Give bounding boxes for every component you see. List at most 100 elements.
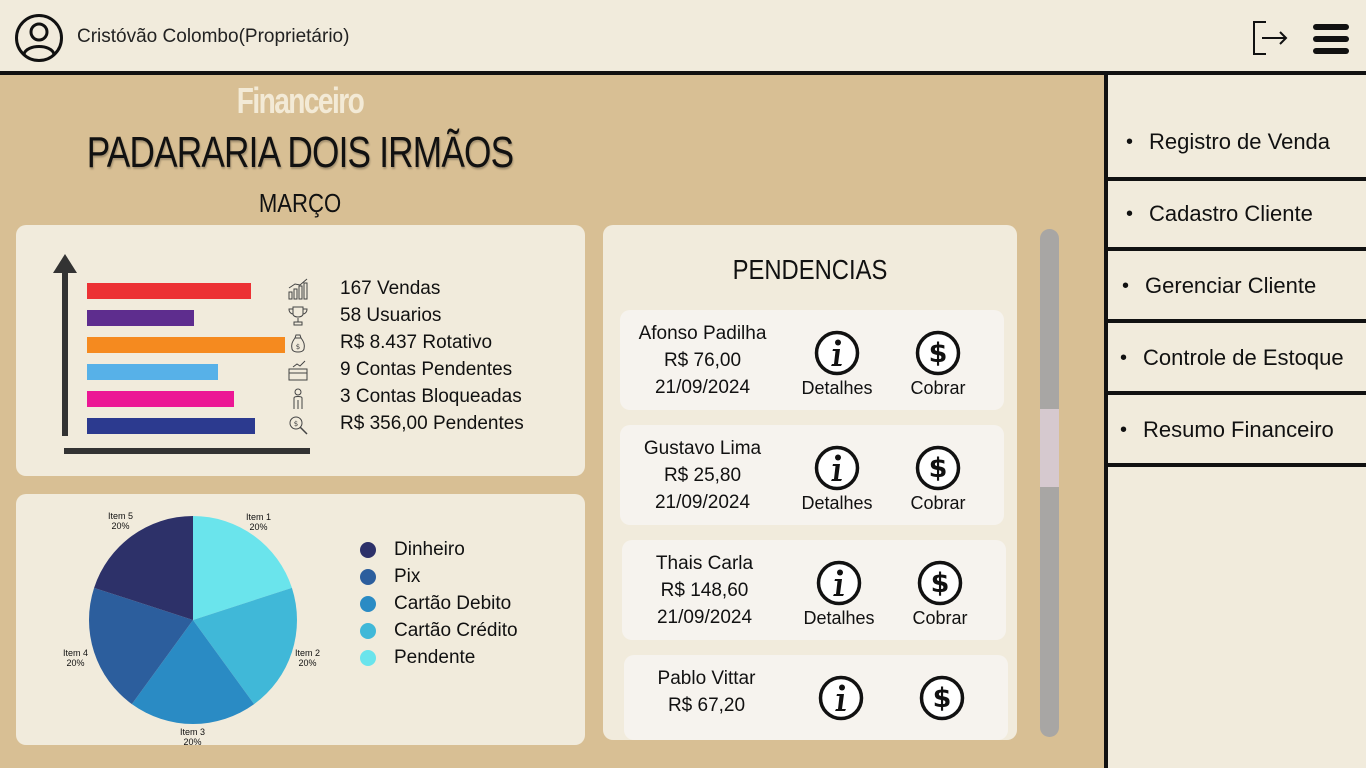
pie-label-item3: Item 3 20% — [180, 727, 206, 747]
dollar-icon: $ — [888, 445, 988, 491]
details-label: Detalhes — [801, 378, 873, 398]
sidebar-item-gerenciar-cliente[interactable]: • Gerenciar Cliente — [1108, 253, 1366, 323]
bar-1 — [87, 283, 251, 299]
pendencia-date: 21/09/2024 — [656, 607, 753, 628]
charge-label: Cobrar — [912, 608, 968, 628]
svg-text:$: $ — [296, 343, 300, 351]
legend-dot — [360, 650, 376, 666]
y-axis-arrow — [53, 254, 77, 273]
stat-blocked-accounts: 3 Contas Bloqueadas — [340, 386, 522, 407]
charge-button[interactable]: $ Cobrar — [888, 328, 988, 399]
pendencia-item: Pablo Vittar R$ 67,20 $ — [624, 655, 1008, 740]
stats-bar-chart — [53, 254, 310, 454]
charge-label: Cobrar — [910, 493, 966, 513]
stat-sales: 167 Vendas — [340, 278, 441, 299]
info-icon — [787, 445, 887, 491]
legend-dot — [360, 542, 376, 558]
dollar-icon: $ — [890, 560, 990, 606]
stat-users: 58 Usuarios — [340, 305, 442, 326]
pendencias-scrollbar[interactable] — [1040, 229, 1059, 737]
dollar-icon: $ — [892, 675, 992, 721]
briefcase-icon — [288, 360, 308, 381]
bar-6 — [87, 418, 255, 434]
charge-button[interactable]: $ — [892, 673, 992, 721]
legend-dot — [360, 596, 376, 612]
payment-pie-chart — [89, 516, 297, 724]
details-button[interactable]: Detalhes — [787, 443, 887, 514]
pendencia-info: Thais Carla R$ 148,60 21/09/2024 — [622, 550, 787, 631]
growth-chart-icon — [288, 278, 308, 300]
pendencia-item: Gustavo Lima R$ 25,80 21/09/2024 Detalhes $ C… — [620, 425, 1004, 525]
legend-dot — [360, 623, 376, 639]
svg-text:$: $ — [929, 453, 948, 484]
pendencia-amount: R$ 67,20 — [667, 695, 746, 716]
legend-cash: Dinheiro — [360, 539, 465, 561]
legend-debit: Cartão Debito — [360, 593, 511, 615]
stat-pending-amount: R$ 356,00 Pendentes — [340, 413, 524, 434]
section-title: Financeiro — [236, 80, 365, 121]
svg-text:$: $ — [929, 338, 948, 369]
pendencia-name: Afonso Padilha — [638, 323, 767, 344]
details-button[interactable]: Detalhes — [789, 558, 889, 629]
pendencia-date: 21/09/2024 — [654, 492, 751, 513]
top-header: Cristóvão Colombo(Proprietário) — [0, 0, 1366, 75]
info-icon — [791, 675, 891, 721]
pendencia-date: 21/09/2024 — [654, 377, 751, 398]
person-icon — [293, 388, 303, 409]
charge-button[interactable]: $ Cobrar — [890, 558, 990, 629]
details-button[interactable] — [791, 673, 891, 721]
stat-revolving: R$ 8.437 Rotativo — [340, 332, 493, 353]
pendencia-amount: R$ 25,80 — [663, 465, 742, 486]
dollar-icon: $ — [888, 330, 988, 376]
details-label: Detalhes — [803, 608, 875, 628]
bar-2 — [87, 310, 194, 326]
bar-3 — [87, 337, 285, 353]
pendencias-title: PENDENCIAS — [732, 254, 888, 285]
charge-label: Cobrar — [910, 378, 966, 398]
sidebar-item-resumo-financeiro[interactable]: • Resumo Financeiro — [1108, 397, 1366, 467]
logout-icon[interactable] — [1248, 18, 1290, 58]
legend-credit: Cartão Crédito — [360, 620, 518, 642]
scroll-thumb[interactable] — [1040, 409, 1059, 487]
sidebar: • Registro de Venda • Cadastro Cliente • Ge… — [1104, 75, 1366, 768]
month-label: MARÇO — [258, 188, 342, 218]
pendencia-info: Pablo Vittar R$ 67,20 — [624, 665, 789, 719]
sidebar-item-cadastro-cliente[interactable]: • Cadastro Cliente — [1108, 181, 1366, 251]
trophy-icon — [288, 306, 308, 326]
details-label: Detalhes — [801, 493, 873, 513]
pendencia-info: Afonso Padilha R$ 76,00 21/09/2024 — [620, 320, 785, 401]
pendencia-name: Thais Carla — [655, 553, 754, 574]
info-icon — [789, 560, 889, 606]
pendencia-amount: R$ 76,00 — [663, 350, 742, 371]
sidebar-item-controle-estoque[interactable]: • Controle de Estoque — [1108, 325, 1366, 395]
magnifier-money-icon: $ — [289, 416, 308, 435]
info-icon — [787, 330, 887, 376]
hamburger-menu-icon[interactable] — [1312, 22, 1350, 56]
legend-pending: Pendente — [360, 647, 475, 669]
bar-4 — [87, 364, 218, 380]
pendencia-item: Afonso Padilha R$ 76,00 21/09/2024 Detalhes… — [620, 310, 1004, 410]
pie-label-item1: Item 1 20% — [246, 512, 272, 532]
user-name: Cristóvão Colombo(Proprietário) — [77, 26, 350, 47]
pendencia-name: Gustavo Lima — [643, 438, 762, 459]
svg-text:$: $ — [933, 683, 952, 714]
business-name: PADARARIA DOIS IRMÃOS — [86, 128, 514, 177]
svg-text:$: $ — [931, 568, 950, 599]
svg-text:$: $ — [294, 420, 298, 428]
pie-label-item4: Item 4 20% — [63, 648, 89, 668]
pie-label-item2: Item 2 20% — [295, 648, 321, 668]
pie-label-item5: Item 5 20% — [108, 511, 134, 531]
bar-5 — [87, 391, 234, 407]
charge-button[interactable]: $ Cobrar — [888, 443, 988, 514]
legend-pix: Pix — [360, 566, 420, 588]
details-button[interactable]: Detalhes — [787, 328, 887, 399]
pendencia-amount: R$ 148,60 — [660, 580, 749, 601]
pendencia-name: Pablo Vittar — [657, 668, 756, 689]
pendencia-item: Thais Carla R$ 148,60 21/09/2024 Detalhes $ C… — [622, 540, 1006, 640]
user-avatar-icon[interactable] — [14, 13, 64, 63]
money-bag-icon: $ — [291, 334, 305, 353]
pendencia-info: Gustavo Lima R$ 25,80 21/09/2024 — [620, 435, 785, 516]
sidebar-item-registro-venda[interactable]: • Registro de Venda — [1108, 107, 1366, 181]
legend-dot — [360, 569, 376, 585]
stat-pending-accounts: 9 Contas Pendentes — [340, 359, 513, 380]
